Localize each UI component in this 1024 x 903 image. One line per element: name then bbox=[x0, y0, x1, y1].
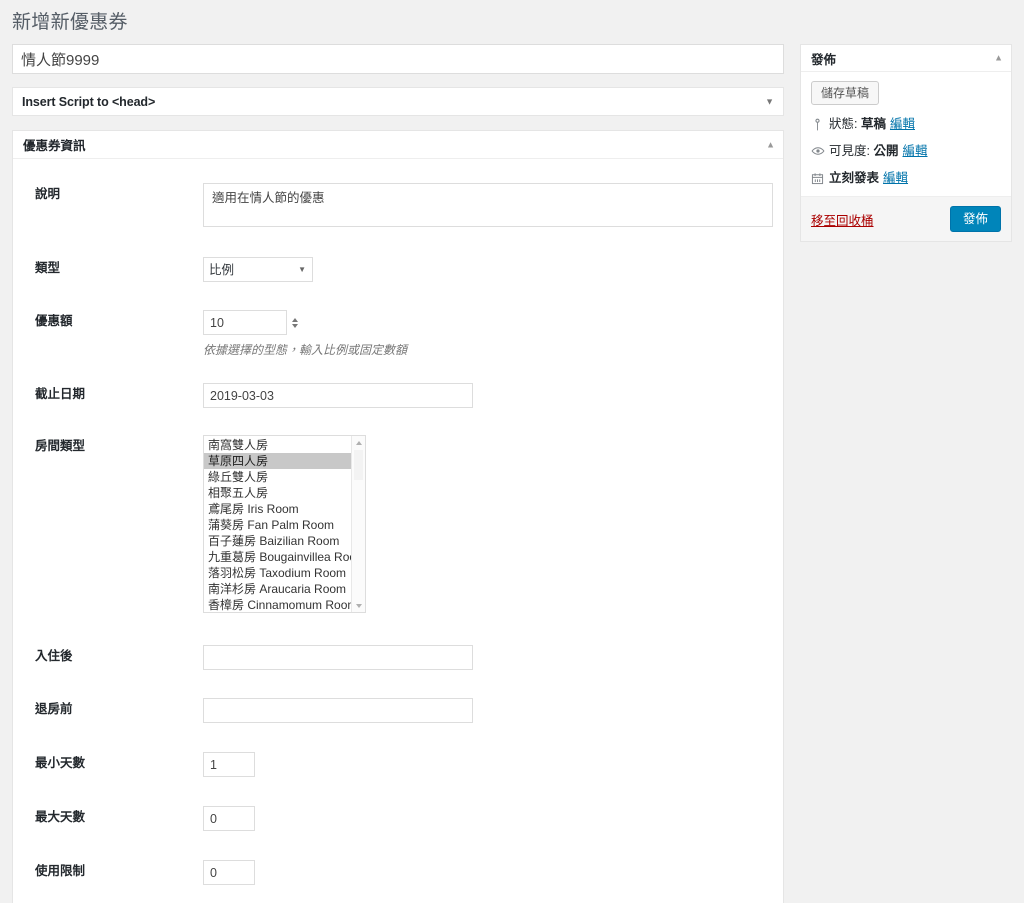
amount-hint: 依據選擇的型態，輸入比例或固定數額 bbox=[203, 343, 408, 357]
save-draft-button[interactable]: 儲存草稿 bbox=[811, 81, 880, 105]
description-label: 說明 bbox=[35, 187, 61, 201]
chevron-up-icon[interactable]: ▲ bbox=[994, 53, 1003, 63]
room-type-label: 房間類型 bbox=[35, 439, 86, 453]
field-row-expiry-date: 截止日期 bbox=[13, 383, 783, 408]
insert-script-label: Insert Script to <head> bbox=[22, 94, 156, 109]
room-type-option[interactable]: 南窩雙人房 bbox=[204, 437, 351, 453]
room-type-option[interactable]: 香樟房 Cinnamomum Room bbox=[204, 597, 351, 612]
caret-down-icon[interactable] bbox=[291, 323, 298, 328]
room-type-listbox[interactable]: 南窩雙人房 草原四人房 綠丘雙人房 相聚五人房 鳶尾房 Iris Room 蒲葵房 Fan… bbox=[203, 435, 366, 613]
room-type-option[interactable]: 鳶尾房 Iris Room bbox=[204, 501, 351, 517]
after-checkin-label: 入住後 bbox=[35, 649, 73, 663]
amount-input-group bbox=[203, 310, 783, 335]
description-textarea[interactable]: 適用在情人節的優惠 bbox=[203, 183, 773, 227]
eye-icon bbox=[811, 144, 829, 158]
field-row-usage-limit: 使用限制 bbox=[13, 860, 783, 885]
room-type-option[interactable]: 南洋杉房 Araucaria Room bbox=[204, 581, 351, 597]
amount-input[interactable] bbox=[203, 310, 287, 335]
field-row-amount: 優惠額 依據選擇的型態，輸入比例或固定數額 bbox=[13, 310, 783, 358]
publish-schedule-label: 立刻發表 bbox=[829, 171, 880, 185]
publish-button[interactable]: 發佈 bbox=[949, 206, 1001, 232]
post-status-pin-icon bbox=[811, 118, 829, 131]
publish-visibility-label: 可見度: bbox=[829, 144, 870, 158]
usage-limit-input[interactable] bbox=[203, 860, 255, 885]
field-row-max-days: 最大天數 bbox=[13, 806, 783, 831]
post-title-input[interactable] bbox=[12, 44, 784, 74]
scroll-down-arrow-icon[interactable] bbox=[352, 599, 365, 612]
main-column: Insert Script to <head> ▼ 優惠券資訊 ▲ 說明 適用在… bbox=[12, 44, 784, 903]
type-label: 類型 bbox=[35, 261, 61, 275]
usage-limit-label: 使用限制 bbox=[35, 864, 86, 878]
publish-visibility-text: 可見度: 公開 bbox=[829, 143, 898, 159]
caret-up-icon[interactable] bbox=[291, 317, 298, 322]
field-row-before-checkout: 退房前 bbox=[13, 698, 783, 723]
before-checkout-label: 退房前 bbox=[35, 702, 73, 716]
publish-status-text: 狀態: 草稿 bbox=[829, 116, 886, 132]
amount-label: 優惠額 bbox=[35, 314, 73, 328]
field-row-min-days: 最小天數 bbox=[13, 752, 783, 777]
coupon-info-metabox-title: 優惠券資訊 bbox=[23, 139, 86, 153]
publish-metabox-footer: 移至回收桶 發佈 bbox=[801, 196, 1011, 241]
publish-metabox-header[interactable]: 發佈 ▲ bbox=[801, 45, 1011, 72]
publish-schedule-text: 立刻發表 bbox=[829, 170, 879, 186]
admin-page: 新增新優惠券 Insert Script to <head> ▼ 優惠券資訊 ▲… bbox=[0, 0, 1024, 903]
room-type-scrollbar[interactable] bbox=[351, 436, 365, 612]
coupon-info-metabox: 優惠券資訊 ▲ 說明 適用在情人節的優惠 類型 比例 ▼ 優惠額 10 依據選擇… bbox=[12, 130, 784, 903]
room-type-option[interactable]: 綠丘雙人房 bbox=[204, 469, 351, 485]
publish-status-value: 草稿 bbox=[860, 117, 886, 131]
publish-status-row: 狀態: 草稿 編輯 bbox=[811, 116, 1001, 132]
room-type-option[interactable]: 相聚五人房 bbox=[204, 485, 351, 501]
room-type-option-list: 南窩雙人房 草原四人房 綠丘雙人房 相聚五人房 鳶尾房 Iris Room 蒲葵房 Fan… bbox=[204, 436, 351, 612]
edit-status-link[interactable]: 編輯 bbox=[890, 116, 915, 132]
room-type-option[interactable]: 九重葛房 Bougainvillea Room bbox=[204, 549, 351, 565]
scroll-up-arrow-icon[interactable] bbox=[352, 436, 365, 449]
before-checkout-input[interactable] bbox=[203, 698, 473, 723]
edit-visibility-link[interactable]: 編輯 bbox=[902, 143, 927, 159]
field-row-type: 類型 比例 ▼ bbox=[13, 257, 783, 282]
move-to-trash-link[interactable]: 移至回收桶 bbox=[811, 210, 874, 229]
room-type-option[interactable]: 草原四人房 bbox=[204, 453, 351, 469]
field-row-after-checkin: 入住後 bbox=[13, 645, 783, 670]
expiry-date-label: 截止日期 bbox=[35, 387, 86, 401]
min-days-input[interactable] bbox=[203, 752, 255, 777]
publish-visibility-row: 可見度: 公開 編輯 bbox=[811, 143, 1001, 159]
coupon-info-metabox-body: 說明 適用在情人節的優惠 類型 比例 ▼ 優惠額 10 依據選擇的型態，輸入比例… bbox=[13, 159, 783, 903]
after-checkin-input[interactable] bbox=[203, 645, 473, 670]
room-type-option[interactable]: 百子蓮房 Baizilian Room bbox=[204, 533, 351, 549]
expiry-date-input[interactable] bbox=[203, 383, 473, 408]
calendar-icon bbox=[811, 172, 829, 185]
field-row-room-type: 房間類型 南窩雙人房 草原四人房 綠丘雙人房 相聚五人房 鳶尾房 Iris Room 蒲葵… bbox=[13, 435, 783, 613]
max-days-input[interactable] bbox=[203, 806, 255, 831]
type-select-wrapper: 比例 ▼ bbox=[203, 257, 313, 282]
coupon-info-metabox-header[interactable]: 優惠券資訊 ▲ bbox=[13, 131, 783, 159]
publish-visibility-value: 公開 bbox=[873, 144, 899, 158]
field-row-description: 說明 適用在情人節的優惠 bbox=[13, 183, 783, 230]
amount-spinner[interactable] bbox=[288, 313, 301, 333]
publish-metabox: 發佈 ▲ 儲存草稿 狀態: 草稿 編輯 可見度: 公開 編輯 立刻發表 編輯 移… bbox=[800, 44, 1012, 242]
side-column: 發佈 ▲ 儲存草稿 狀態: 草稿 編輯 可見度: 公開 編輯 立刻發表 編輯 移… bbox=[800, 44, 1012, 242]
min-days-label: 最小天數 bbox=[35, 756, 86, 770]
chevron-up-icon[interactable]: ▲ bbox=[766, 140, 775, 149]
edit-schedule-link[interactable]: 編輯 bbox=[883, 170, 908, 186]
room-type-option[interactable]: 蒲葵房 Fan Palm Room bbox=[204, 517, 351, 533]
publish-status-label: 狀態: bbox=[829, 117, 858, 131]
max-days-label: 最大天數 bbox=[35, 810, 86, 824]
publish-schedule-row: 立刻發表 編輯 bbox=[811, 170, 1001, 186]
publish-metabox-title: 發佈 bbox=[811, 52, 837, 67]
room-type-option[interactable]: 落羽松房 Taxodium Room bbox=[204, 565, 351, 581]
scrollbar-thumb[interactable] bbox=[354, 450, 363, 480]
publish-metabox-body: 儲存草稿 狀態: 草稿 編輯 可見度: 公開 編輯 立刻發表 編輯 bbox=[801, 72, 1011, 196]
insert-script-select[interactable]: Insert Script to <head> ▼ bbox=[12, 87, 784, 116]
type-select[interactable]: 比例 bbox=[203, 257, 313, 282]
chevron-down-icon: ▼ bbox=[765, 96, 774, 106]
page-title: 新增新優惠券 bbox=[12, 12, 128, 33]
